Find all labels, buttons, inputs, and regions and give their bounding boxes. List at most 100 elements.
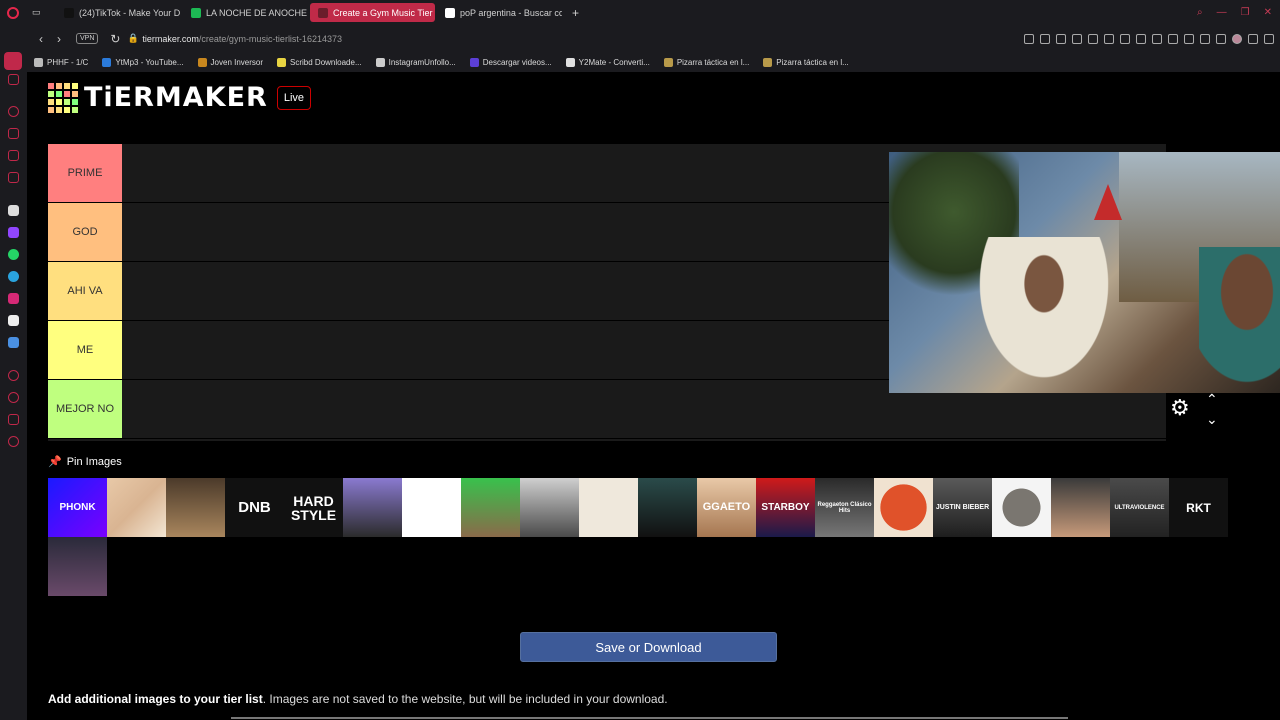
image-item-crowd[interactable]: [638, 478, 697, 537]
image-item-ggaeto[interactable]: GGAETO: [697, 478, 756, 537]
logo-square: [72, 98, 78, 105]
horizontal-scrollbar[interactable]: [231, 717, 1068, 719]
tier-label[interactable]: PRIME: [48, 144, 122, 202]
bookmark-label: YtMp3 - YouTube...: [115, 57, 184, 67]
speed-dial-icon[interactable]: [8, 74, 19, 85]
extension-icon[interactable]: [1184, 33, 1194, 44]
image-item-no-headphones[interactable]: [402, 478, 461, 537]
browser-tab[interactable]: (24)TikTok - Make Your D: [56, 3, 181, 22]
reload-icon[interactable]: ↻: [106, 32, 124, 46]
vpn-badge[interactable]: VPN: [76, 33, 99, 44]
whatsapp-icon[interactable]: [8, 249, 19, 260]
image-item-man-green[interactable]: [461, 478, 520, 537]
logo-square: [48, 98, 54, 105]
image-item-hardstyle[interactable]: HARD STYLE: [284, 478, 343, 537]
logo-square: [48, 106, 54, 113]
browser-tab[interactable]: poP argentina - Buscar co: [437, 3, 562, 22]
x-icon[interactable]: [8, 315, 19, 326]
new-tab-button[interactable]: +: [564, 3, 584, 22]
image-item-pop-collage[interactable]: [107, 478, 166, 537]
bookmark-item[interactable]: Pizarra táctica en l...: [663, 57, 749, 67]
bookmark-icon: [277, 57, 287, 67]
bookmark-item[interactable]: Descargar videos...: [469, 57, 552, 67]
browser-tab[interactable]: LA NOCHE DE ANOCHE: [183, 3, 308, 22]
chevron-up-icon[interactable]: ⌃: [1206, 392, 1218, 406]
image-item-dnb[interactable]: DNB: [225, 478, 284, 537]
app-icon[interactable]: [8, 205, 19, 216]
image-item-ultraviolence[interactable]: ULTRAVIOLENCE: [1110, 478, 1169, 537]
extension-icon[interactable]: [1200, 33, 1210, 44]
puzzle-icon[interactable]: [1216, 33, 1226, 44]
bookmark-item[interactable]: Pizarra táctica en l...: [763, 57, 849, 67]
tiermaker-logo[interactable]: TiERMAKER Live: [48, 82, 312, 113]
image-item-man-smile[interactable]: [1051, 478, 1110, 537]
image-item-justin-bieber[interactable]: JUSTIN BIEBER: [933, 478, 992, 537]
tier-label[interactable]: AHI VA: [48, 262, 122, 320]
pin-icon[interactable]: [1040, 33, 1050, 44]
image-item-rkt[interactable]: RKT: [1169, 478, 1228, 537]
bookmark-label: Scribd Downloade...: [290, 57, 362, 67]
aria-icon[interactable]: [8, 106, 19, 117]
bookmark-item[interactable]: YtMp3 - YouTube...: [102, 57, 184, 67]
bookmark-item[interactable]: InstagramUnfollo...: [375, 57, 456, 67]
image-item-phonk[interactable]: PHONK: [48, 478, 107, 537]
app-icon[interactable]: [8, 337, 19, 348]
chat-icon[interactable]: [8, 414, 19, 425]
gear-icon[interactable]: ⚙: [1170, 397, 1190, 419]
pin-images-toggle[interactable]: 📌 Pin Images: [48, 455, 122, 469]
settings-icon[interactable]: [8, 436, 19, 447]
shield-icon[interactable]: [1072, 33, 1082, 44]
url-field[interactable]: tiermaker.com/create/gym-music-tierlist-…: [142, 34, 342, 44]
messenger-icon[interactable]: [8, 150, 19, 161]
image-item-rock[interactable]: [992, 478, 1051, 537]
image-item-cartoon[interactable]: [579, 478, 638, 537]
image-item-reggaeton[interactable]: Reggaeton Clásico Hits: [815, 478, 874, 537]
bag-icon[interactable]: [8, 128, 19, 139]
bookmark-item[interactable]: PHHF - 1/C: [34, 57, 88, 67]
image-item-starboy[interactable]: STARBOY: [756, 478, 815, 537]
image-item-movie-poster[interactable]: [48, 537, 107, 596]
tier-label[interactable]: ME: [48, 321, 122, 379]
image-item-bodybuilder[interactable]: [166, 478, 225, 537]
search-tabs-icon[interactable]: ⌕: [1197, 7, 1203, 18]
save-download-button[interactable]: Save or Download: [520, 632, 777, 662]
instagram-icon[interactable]: [8, 293, 19, 304]
bookmark-label: Pizarra táctica en l...: [776, 57, 849, 67]
chevron-down-icon[interactable]: ⌄: [1206, 412, 1218, 426]
tier-label[interactable]: MEJOR NO: [48, 380, 122, 438]
live-button[interactable]: Live: [276, 85, 312, 110]
extension-icon[interactable]: [1136, 33, 1146, 44]
telegram-icon[interactable]: [8, 271, 19, 282]
opera-logo-icon[interactable]: [0, 0, 26, 25]
extension-icon[interactable]: [1168, 33, 1178, 44]
browser-tab-active[interactable]: Create a Gym Music Tier: [310, 3, 435, 22]
minimize-icon[interactable]: —: [1217, 7, 1227, 18]
image-item-group-photo[interactable]: [343, 478, 402, 537]
bookmark-item[interactable]: Y2Mate - Converti...: [565, 57, 650, 67]
forward-icon[interactable]: ›: [50, 32, 68, 46]
image-caption: ULTRAVIOLENCE: [1114, 504, 1165, 511]
history-icon[interactable]: [8, 392, 19, 403]
image-item-band-photo[interactable]: [520, 478, 579, 537]
play-icon[interactable]: [1104, 33, 1114, 44]
bookmark-item[interactable]: Scribd Downloade...: [277, 57, 362, 67]
bookmark-item[interactable]: Joven Inversor: [197, 57, 263, 67]
twitch-icon[interactable]: [8, 227, 19, 238]
menu-icon[interactable]: [1264, 33, 1274, 44]
mail-icon[interactable]: [8, 172, 19, 183]
extension-icon[interactable]: [1152, 33, 1162, 44]
maximize-icon[interactable]: ❐: [1241, 7, 1250, 18]
player-icon[interactable]: [8, 370, 19, 381]
zoom-icon[interactable]: [1024, 33, 1034, 44]
tier-label[interactable]: GOD: [48, 203, 122, 261]
back-icon[interactable]: ‹: [32, 32, 50, 46]
sidebar-toggle[interactable]: ▭: [26, 3, 54, 22]
avatar[interactable]: [1232, 33, 1242, 44]
heart-icon[interactable]: [1120, 33, 1130, 44]
snapshot-icon[interactable]: [1056, 33, 1066, 44]
download-icon[interactable]: [1248, 33, 1258, 44]
image-item-soup[interactable]: [874, 478, 933, 537]
close-icon[interactable]: ✕: [1264, 7, 1272, 18]
home-icon[interactable]: [4, 52, 22, 70]
translate-icon[interactable]: [1088, 33, 1098, 44]
